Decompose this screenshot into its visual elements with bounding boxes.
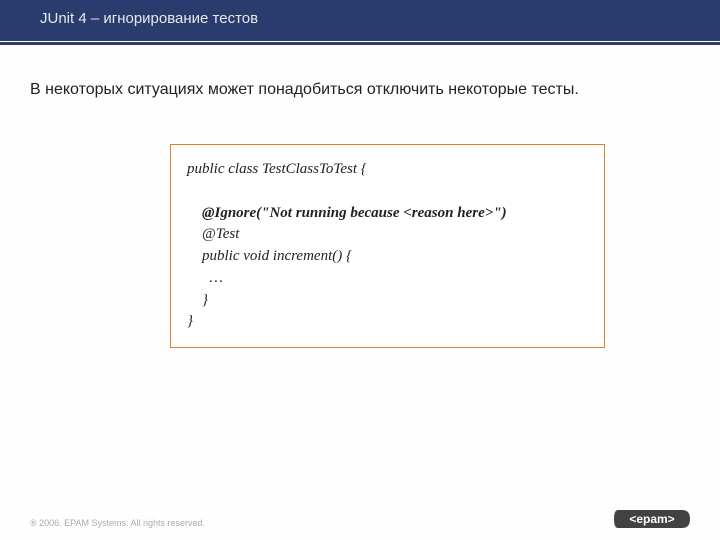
copyright-footer: ® 2006. EPAM Systems. All rights reserve… [30,518,205,528]
code-line: … [187,268,588,290]
code-line: @Test [187,224,588,246]
code-line [187,181,588,203]
slide-title: JUnit 4 – игнорирование тестов [40,10,258,27]
slide-content: В некоторых ситуациях может понадобиться… [0,41,720,348]
code-line: public void increment() { [187,246,588,268]
code-line: @Ignore("Not running because <reason her… [187,203,588,225]
epam-logo: <epam> [614,508,690,530]
code-line: } [187,311,588,333]
code-line: public class TestClassToTest { [187,159,588,181]
code-example-box: public class TestClassToTest { @Ignore("… [170,144,605,348]
slide-title-bar: JUnit 4 – игнорирование тестов [0,0,720,41]
code-line: } [187,290,588,312]
intro-text: В некоторых ситуациях может понадобиться… [30,81,690,99]
logo-text: <epam> [629,512,674,526]
